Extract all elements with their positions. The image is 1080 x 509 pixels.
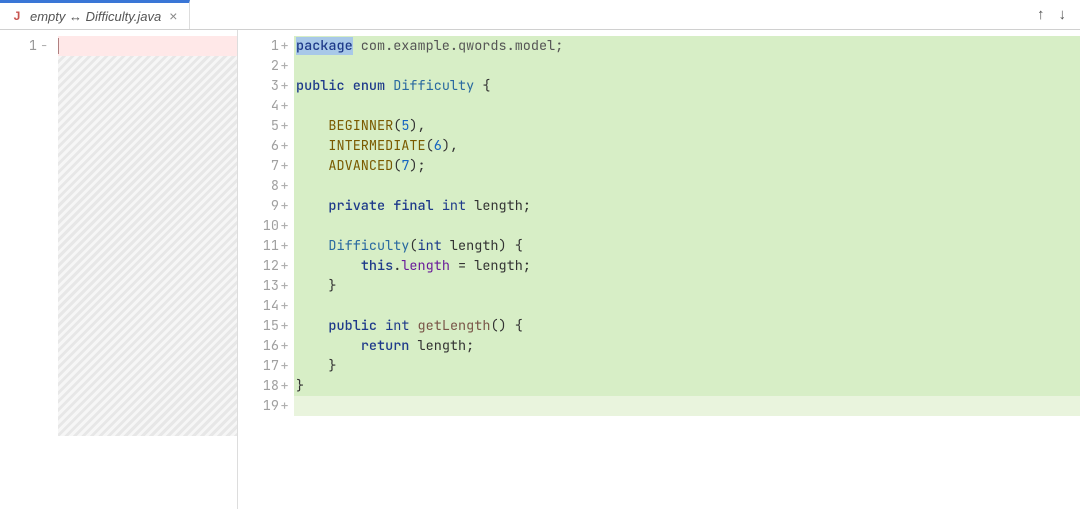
empty-region <box>58 56 237 436</box>
diff-body: 1− 1+2+3+4+5+6+7+8+9+10+11+12+13+14+15+1… <box>0 30 1080 509</box>
code-line: Difficulty(int length) { <box>294 236 1080 256</box>
added-marker-icon: + <box>279 236 290 256</box>
left-gutter: 1− <box>0 30 58 509</box>
line-number: 2+ <box>238 56 294 76</box>
close-icon[interactable]: × <box>167 9 179 23</box>
line-number: 11+ <box>238 236 294 256</box>
line-number: 1− <box>0 36 50 56</box>
next-diff-icon[interactable]: ↓ <box>1059 6 1067 23</box>
code-line: public enum Difficulty { <box>294 76 1080 96</box>
added-marker-icon: + <box>279 276 290 296</box>
tab-label: empty ↔ Difficulty.java <box>30 9 161 24</box>
code-line <box>294 296 1080 316</box>
code-line: ADVANCED(7); <box>294 156 1080 176</box>
line-number: 15+ <box>238 316 294 336</box>
tab-diff-file[interactable]: J empty ↔ Difficulty.java × <box>0 0 190 29</box>
line-number: 12+ <box>238 256 294 276</box>
deleted-line <box>58 36 237 56</box>
added-marker-icon: + <box>279 316 290 336</box>
right-gutter: 1+2+3+4+5+6+7+8+9+10+11+12+13+14+15+16+1… <box>238 30 294 509</box>
line-number: 6+ <box>238 136 294 156</box>
added-marker-icon: + <box>279 136 290 156</box>
code-line: return length; <box>294 336 1080 356</box>
line-number: 17+ <box>238 356 294 376</box>
added-marker-icon: + <box>279 336 290 356</box>
line-number: 8+ <box>238 176 294 196</box>
line-number: 5+ <box>238 116 294 136</box>
code-line: INTERMEDIATE(6), <box>294 136 1080 156</box>
code-line <box>294 56 1080 76</box>
added-marker-icon: + <box>279 376 290 396</box>
line-number: 14+ <box>238 296 294 316</box>
line-number: 3+ <box>238 76 294 96</box>
added-marker-icon: + <box>279 96 290 116</box>
code-line: package com.example.qwords.model; <box>294 36 1080 56</box>
code-line: public int getLength() { <box>294 316 1080 336</box>
added-marker-icon: + <box>279 196 290 216</box>
line-number: 10+ <box>238 216 294 236</box>
added-marker-icon: + <box>279 396 290 416</box>
line-number: 18+ <box>238 376 294 396</box>
added-marker-icon: + <box>279 296 290 316</box>
right-editor[interactable]: package com.example.qwords.model; public … <box>294 30 1080 509</box>
code-line: private final int length; <box>294 196 1080 216</box>
right-pane: 1+2+3+4+5+6+7+8+9+10+11+12+13+14+15+16+1… <box>238 30 1080 509</box>
line-number: 19+ <box>238 396 294 416</box>
code-line: BEGINNER(5), <box>294 116 1080 136</box>
added-marker-icon: + <box>279 156 290 176</box>
left-pane: 1− <box>0 30 238 509</box>
tab-bar: J empty ↔ Difficulty.java × ↑ ↓ <box>0 0 1080 30</box>
added-marker-icon: + <box>279 76 290 96</box>
code-line: this.length = length; <box>294 256 1080 276</box>
prev-diff-icon[interactable]: ↑ <box>1037 6 1045 23</box>
code-line: } <box>294 356 1080 376</box>
added-marker-icon: + <box>279 216 290 236</box>
removed-marker-icon: − <box>40 36 50 56</box>
line-number: 1+ <box>238 36 294 56</box>
line-number: 4+ <box>238 96 294 116</box>
line-number: 9+ <box>238 196 294 216</box>
line-number: 13+ <box>238 276 294 296</box>
added-marker-icon: + <box>279 356 290 376</box>
line-number: 7+ <box>238 156 294 176</box>
added-marker-icon: + <box>279 116 290 136</box>
added-marker-icon: + <box>279 256 290 276</box>
code-line: } <box>294 276 1080 296</box>
code-line <box>294 216 1080 236</box>
left-editor[interactable] <box>58 30 237 509</box>
added-marker-icon: + <box>279 176 290 196</box>
added-marker-icon: + <box>279 56 290 76</box>
diff-nav: ↑ ↓ <box>1023 6 1080 23</box>
code-line <box>294 396 1080 416</box>
line-number: 16+ <box>238 336 294 356</box>
java-file-icon: J <box>10 9 24 23</box>
code-line <box>294 96 1080 116</box>
code-line: } <box>294 376 1080 396</box>
line-number-value: 1 <box>29 37 37 55</box>
added-marker-icon: + <box>279 36 290 56</box>
caret-icon <box>58 38 59 54</box>
code-line <box>294 176 1080 196</box>
